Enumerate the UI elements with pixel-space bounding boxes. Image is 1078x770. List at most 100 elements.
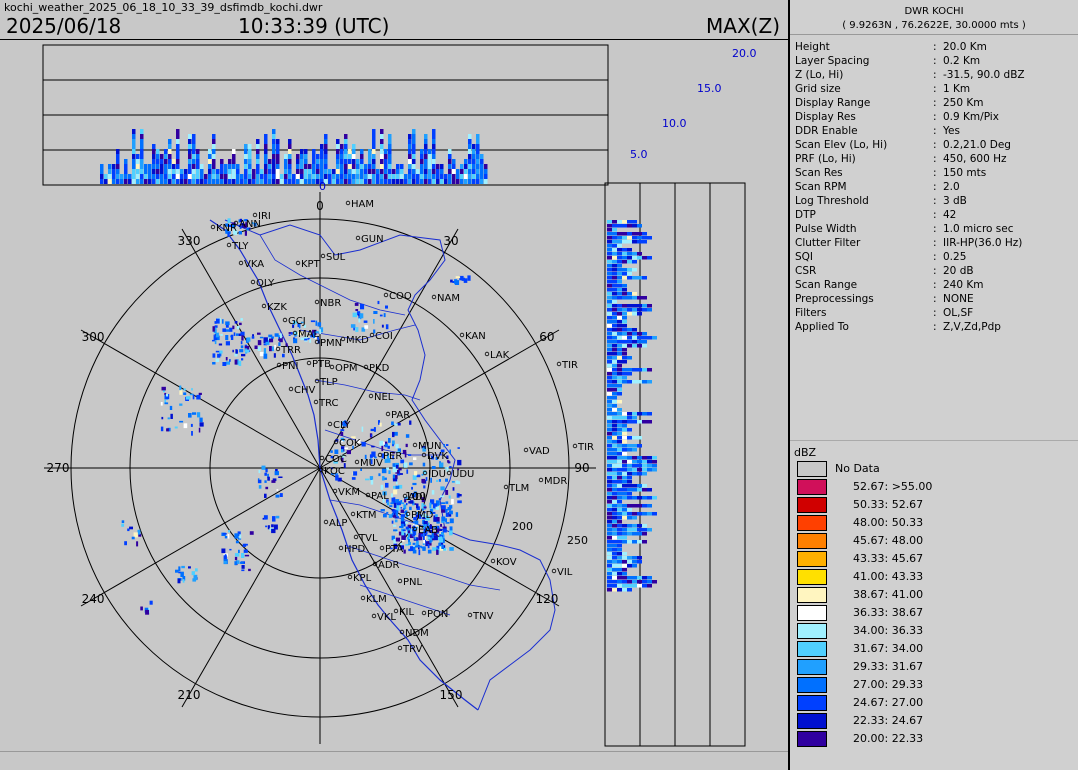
echo-cell (234, 359, 238, 365)
echo-cell (457, 447, 460, 449)
echo-cell (424, 134, 428, 139)
echo-cell (424, 174, 428, 179)
echo-cell (336, 149, 340, 154)
echo-cell (414, 520, 419, 525)
echo-cell (607, 524, 612, 528)
echo-cell (384, 179, 388, 184)
legend-row: 41.00: 43.33 (797, 568, 1067, 586)
echo-cell (607, 392, 612, 396)
echo-cell (184, 179, 188, 184)
echo-cell (264, 144, 268, 149)
echo-cell (276, 179, 280, 184)
echo-cell (642, 296, 647, 300)
echo-cell (140, 149, 144, 154)
echo-cell (622, 368, 627, 372)
place-label: TVL (358, 533, 378, 544)
echo-cell (390, 502, 393, 505)
echo-cell (617, 388, 622, 392)
height-label-10: 10.0 (662, 117, 687, 130)
echo-cell (468, 164, 472, 169)
echo-cell (647, 460, 652, 464)
echo-cell (607, 312, 612, 316)
place-marker (345, 200, 351, 206)
echo-cell (132, 149, 136, 154)
echo-cell (457, 459, 462, 466)
echo-cell (300, 164, 304, 169)
echo-cell (607, 500, 612, 504)
echo-cell (196, 174, 200, 179)
echo-cell (627, 304, 632, 308)
echo-cell (607, 552, 612, 556)
echo-cell (224, 536, 228, 539)
echo-cell (361, 426, 364, 432)
echo-cell (183, 392, 187, 395)
echo-cell (627, 256, 632, 260)
echo-cell (622, 344, 627, 348)
echo-cell (248, 159, 252, 164)
echo-cell (632, 304, 637, 308)
echo-cell (404, 452, 407, 458)
echo-cell (622, 492, 627, 496)
place-label: COI (375, 331, 393, 342)
echo-cell (177, 578, 181, 584)
echo-cell (464, 169, 468, 174)
echo-cell (292, 174, 296, 179)
echo-cell (637, 576, 642, 580)
echo-cell (627, 420, 632, 424)
echo-cell (235, 349, 238, 354)
echo-cell (617, 352, 622, 356)
echo-cell (607, 440, 612, 444)
legend-label: 29.33: 31.67 (853, 660, 924, 673)
place-marker (347, 574, 353, 580)
echo-cell (228, 169, 232, 174)
echo-cell (152, 144, 156, 149)
place-label: TIR (577, 442, 594, 453)
echo-cell (280, 174, 284, 179)
place-label: TRV (402, 644, 423, 655)
echo-cell (352, 154, 356, 159)
echo-cell (642, 240, 647, 244)
echo-cell (476, 144, 480, 149)
param-colon: : (933, 265, 937, 277)
echo-cell (637, 296, 642, 300)
echo-cell (132, 159, 136, 164)
echo-cell (436, 169, 440, 174)
echo-cell (627, 564, 632, 568)
echo-cell (642, 472, 647, 476)
legend-row: 24.67: 27.00 (797, 694, 1067, 712)
echo-cell (166, 393, 169, 397)
echo-cell (440, 164, 444, 169)
echo-cell (212, 169, 216, 174)
echo-cell (360, 159, 364, 164)
echo-cell (340, 169, 344, 174)
echo-cell (612, 248, 617, 252)
echo-cell (212, 144, 216, 149)
echo-cell (312, 179, 316, 184)
echo-cell (384, 164, 388, 169)
echo-cell (607, 340, 612, 344)
echo-cell (617, 496, 622, 500)
echo-cell (472, 164, 476, 169)
echo-cell (393, 489, 398, 495)
echo-cell (612, 532, 617, 536)
echo-cell (176, 164, 180, 169)
echo-cell (627, 448, 632, 452)
echo-cell (128, 174, 132, 179)
param-key: Scan Res (795, 167, 843, 179)
echo-cell (607, 408, 612, 412)
echo-cell (371, 451, 376, 457)
echo-cell (269, 338, 274, 343)
param-key: SQI (795, 251, 814, 263)
echo-cell (196, 169, 200, 174)
echo-cell (348, 169, 352, 174)
echo-cell (352, 159, 356, 164)
echo-cell (192, 144, 196, 149)
place-marker (327, 421, 333, 427)
echo-cell (344, 159, 348, 164)
echo-cell (405, 434, 410, 438)
echo-cell (617, 420, 622, 424)
echo-cell (607, 412, 612, 416)
echo-cell (199, 422, 204, 427)
echo-cell (612, 552, 617, 556)
echo-cell (156, 164, 160, 169)
